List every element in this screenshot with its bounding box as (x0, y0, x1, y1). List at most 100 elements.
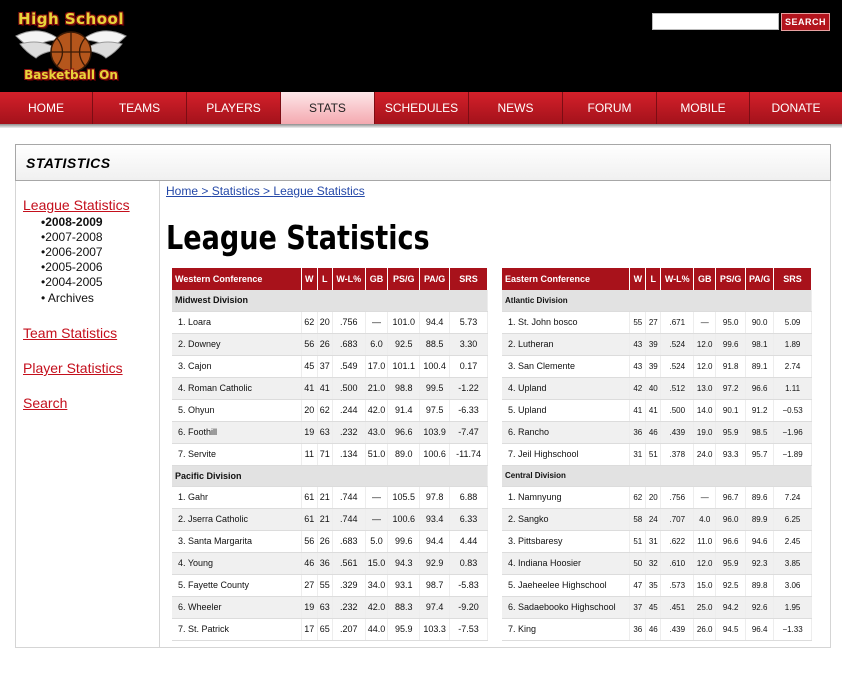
column-header[interactable]: PS/G (387, 268, 421, 290)
team-name-cell[interactable]: 7. King (502, 618, 631, 641)
stat-cell: 61 (301, 486, 318, 509)
nav-forum[interactable]: FORUM (563, 92, 657, 124)
team-name-cell[interactable]: 3. Santa Margarita (172, 530, 302, 553)
stat-cell: .439 (660, 421, 695, 444)
nav-home[interactable]: HOME (0, 92, 93, 124)
team-name-cell[interactable]: 6. Sadaebooko Highschool (502, 596, 631, 619)
column-header[interactable]: Western Conference (172, 268, 302, 290)
team-name-cell[interactable]: 1. Loara (172, 311, 302, 334)
column-header[interactable]: PA/G (745, 268, 775, 290)
team-name-cell[interactable]: 5. Jaeheelee Highschool (502, 574, 631, 597)
column-header[interactable]: L (645, 268, 662, 290)
team-name-cell[interactable]: 2. Downey (172, 333, 302, 356)
team-name-cell[interactable]: 5. Fayette County (172, 574, 302, 597)
team-name-cell[interactable]: 6. Wheeler (172, 596, 302, 619)
column-header[interactable]: W-L% (660, 268, 695, 290)
nav-donate[interactable]: DONATE (750, 92, 842, 124)
stat-cell: .232 (332, 421, 366, 444)
team-name-cell[interactable]: 3. San Clemente (502, 355, 631, 378)
sidebar-league-statistics[interactable]: League Statistics (23, 197, 130, 213)
stat-cell: 92.5 (715, 574, 747, 597)
stat-cell: 99.6 (387, 530, 421, 553)
column-header[interactable]: SRS (773, 268, 812, 290)
sidebar-year-2008-2009[interactable]: •2008-2009 (41, 215, 103, 229)
stat-cell: 100.6 (419, 443, 451, 466)
sidebar-year-2006-2007[interactable]: •2006-2007 (41, 245, 103, 259)
stat-cell: 55 (629, 311, 647, 334)
breadcrumb-home[interactable]: Home (166, 184, 198, 198)
team-name-cell[interactable]: 7. Servite (172, 443, 302, 466)
column-header[interactable]: L (317, 268, 333, 290)
team-name-cell[interactable]: 4. Upland (502, 377, 631, 400)
column-header[interactable]: W (629, 268, 647, 290)
sidebar-search[interactable]: Search (23, 395, 67, 411)
search-button[interactable]: SEARCH (781, 13, 830, 31)
table-header-row: Eastern Conference W L W-L% GB PS/G PA/G SRS (502, 268, 812, 290)
team-name-cell[interactable]: 3. Pittsbaresy (502, 530, 631, 553)
team-name-cell[interactable]: 1. Gahr (172, 486, 302, 509)
nav-schedules[interactable]: SCHEDULES (375, 92, 469, 124)
column-header[interactable]: GB (365, 268, 389, 290)
sidebar-team-statistics[interactable]: Team Statistics (23, 325, 117, 341)
column-header[interactable]: PA/G (419, 268, 451, 290)
team-name-cell[interactable]: 6. Foothill (172, 421, 302, 444)
stat-cell: 15.0 (365, 552, 389, 575)
team-name-cell[interactable]: 4. Young (172, 552, 302, 575)
team-name-cell[interactable]: 2. Jserra Catholic (172, 508, 302, 531)
nav-players[interactable]: PLAYERS (187, 92, 281, 124)
stat-cell: .232 (332, 596, 366, 619)
division-name: Atlantic Division (502, 290, 812, 312)
stat-cell: 103.9 (419, 421, 451, 444)
nav-news[interactable]: NEWS (469, 92, 563, 124)
team-name-cell[interactable]: 4. Roman Catholic (172, 377, 302, 400)
team-name-cell[interactable]: 7. Jeil Highschool (502, 443, 631, 466)
table-row: 4. Indiana Hoosier 50 32.610 12.0 95.9 92.3 3.… (502, 552, 812, 575)
team-name-cell[interactable]: 2. Sangko (502, 508, 631, 531)
team-name-cell[interactable]: 5. Upland (502, 399, 631, 422)
team-name-cell[interactable]: 3. Cajon (172, 355, 302, 378)
search-input[interactable] (652, 13, 779, 30)
sidebar-player-statistics[interactable]: Player Statistics (23, 360, 123, 376)
table-row: 1. Namnyung 62 20.756—96.7 89.6 7.24 (502, 486, 812, 509)
stat-cell: 92.5 (387, 333, 421, 356)
stat-cell: .500 (332, 377, 366, 400)
site-header: High School Basketball On SEARCH (0, 0, 842, 92)
column-header[interactable]: SRS (449, 268, 488, 290)
column-header[interactable]: PS/G (715, 268, 747, 290)
team-name-cell[interactable]: 1. Namnyung (502, 486, 631, 509)
column-header[interactable]: W-L% (332, 268, 366, 290)
team-name-cell[interactable]: 1. St. John bosco (502, 311, 631, 334)
sidebar-year-2005-2006[interactable]: •2005-2006 (41, 260, 103, 274)
nav-teams[interactable]: TEAMS (93, 92, 187, 124)
team-name-cell[interactable]: 5. Ohyun (172, 399, 302, 422)
site-logo[interactable]: High School Basketball On (10, 10, 132, 86)
stat-cell: .622 (660, 530, 695, 553)
sidebar-archives[interactable]: • Archives (41, 291, 94, 305)
breadcrumb-current[interactable]: League Statistics (273, 184, 364, 198)
team-name-cell[interactable]: 4. Indiana Hoosier (502, 552, 631, 575)
division-row: Midwest Division (172, 290, 488, 312)
table-row: 1. Loara 62 20.756—101.0 94.4 5.73 (172, 311, 488, 334)
sidebar-year-2004-2005[interactable]: •2004-2005 (41, 275, 103, 289)
table-row: 7. Jeil Highschool 31 51.378 24.0 93.3 95.7 −1… (502, 443, 812, 466)
breadcrumb-statistics[interactable]: Statistics (212, 184, 260, 198)
stat-cell: 3.06 (773, 574, 812, 597)
table-row: 7. Servite 11 71.134 51.0 89.0 100.6 -11.74 (172, 443, 488, 466)
column-header[interactable]: W (301, 268, 318, 290)
team-name-cell[interactable]: 6. Rancho (502, 421, 631, 444)
stat-cell: 97.2 (715, 377, 747, 400)
stat-cell: 13.0 (693, 377, 717, 400)
stat-cell: 55 (317, 574, 333, 597)
nav-stats[interactable]: STATS (281, 92, 375, 124)
stat-cell: 6.88 (449, 486, 488, 509)
column-header[interactable]: Eastern Conference (502, 268, 631, 290)
stat-cell: .512 (660, 377, 695, 400)
stat-cell: -7.53 (449, 618, 488, 641)
team-name-cell[interactable]: 7. St. Patrick (172, 618, 302, 641)
sidebar-year-2007-2008[interactable]: •2007-2008 (41, 230, 103, 244)
stat-cell: 41 (645, 399, 662, 422)
column-header[interactable]: GB (693, 268, 717, 290)
nav-mobile[interactable]: MOBILE (657, 92, 750, 124)
stat-cell: 32 (645, 552, 662, 575)
team-name-cell[interactable]: 2. Lutheran (502, 333, 631, 356)
